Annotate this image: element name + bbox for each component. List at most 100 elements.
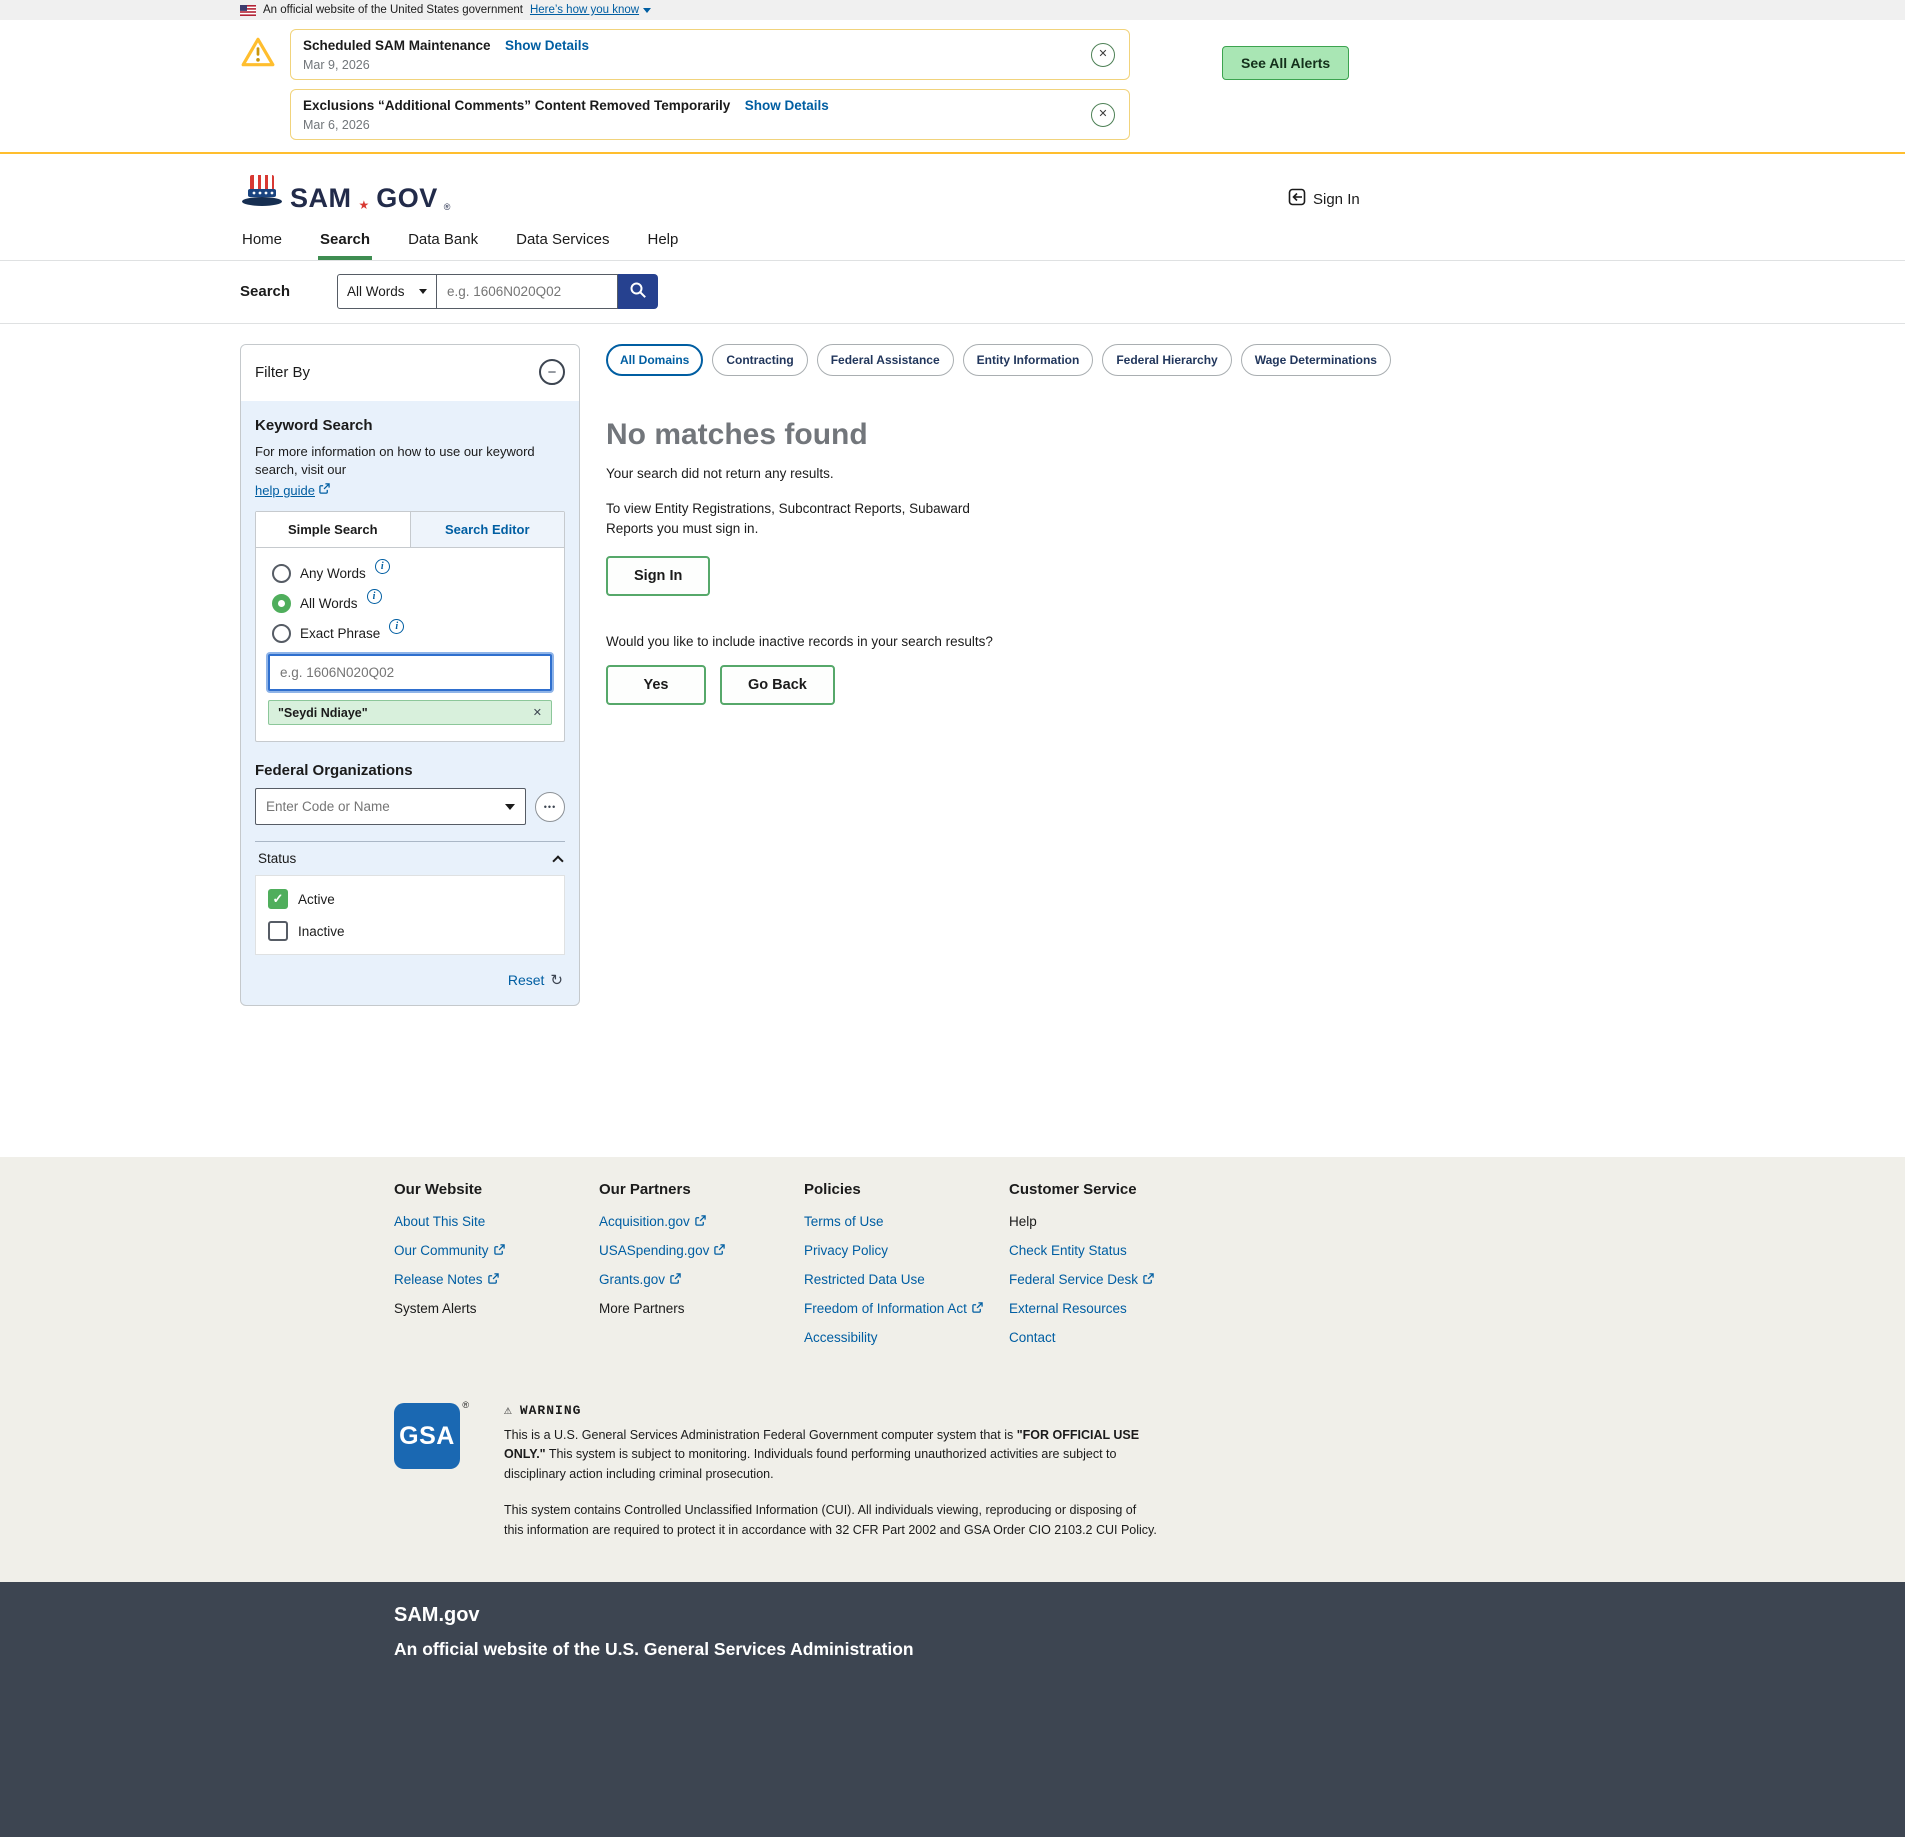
- keyword-input[interactable]: [268, 654, 552, 691]
- yes-button[interactable]: Yes: [606, 665, 706, 705]
- footer-link-accessibility[interactable]: Accessibility: [804, 1330, 1009, 1345]
- keyword-chip: "Seydi Ndiaye" ✕: [268, 700, 552, 725]
- main-nav: Home Search Data Bank Data Services Help: [0, 227, 1905, 261]
- status-accordion-header[interactable]: Status: [255, 841, 565, 875]
- alert-maintenance: Scheduled SAM Maintenance Show Details M…: [290, 29, 1130, 80]
- keyword-chip-label: "Seydi Ndiaye": [278, 706, 368, 720]
- info-icon[interactable]: i: [389, 619, 404, 634]
- footer-link-privacy-policy[interactable]: Privacy Policy: [804, 1243, 1009, 1258]
- nav-item-data-services[interactable]: Data Services: [514, 227, 611, 260]
- footer-link-acquisition-gov[interactable]: Acquisition.gov: [599, 1214, 804, 1229]
- magnifier-icon: [629, 281, 647, 302]
- checkbox-active[interactable]: ✓ Active: [268, 889, 552, 909]
- nav-item-data-bank[interactable]: Data Bank: [406, 227, 480, 260]
- external-link-icon: [494, 1243, 505, 1258]
- warning-block: ⚠ WARNING This is a U.S. General Service…: [504, 1403, 1159, 1540]
- pill-entity-information[interactable]: Entity Information: [963, 344, 1094, 376]
- radio-label: Exact Phrase: [300, 626, 380, 641]
- pill-all-domains[interactable]: All Domains: [606, 344, 703, 376]
- alert-title: Exclusions “Additional Comments” Content…: [303, 98, 730, 113]
- footer-link-help[interactable]: Help: [1009, 1214, 1214, 1229]
- footer-link-terms-of-use[interactable]: Terms of Use: [804, 1214, 1009, 1229]
- pill-federal-assistance[interactable]: Federal Assistance: [817, 344, 954, 376]
- keyword-search-heading: Keyword Search: [255, 417, 565, 434]
- footer-link-our-community[interactable]: Our Community: [394, 1243, 599, 1258]
- radio-label: All Words: [300, 596, 358, 611]
- radio-label: Any Words: [300, 566, 366, 581]
- go-back-button[interactable]: Go Back: [720, 665, 835, 705]
- external-link-icon: [670, 1272, 681, 1287]
- results-sign-in-button[interactable]: Sign In: [606, 556, 710, 596]
- subfooter-title: SAM.gov: [394, 1604, 1905, 1627]
- tab-simple-search[interactable]: Simple Search: [256, 512, 411, 547]
- cui-text: This system contains Controlled Unclassi…: [504, 1501, 1159, 1540]
- footer-link-check-entity-status[interactable]: Check Entity Status: [1009, 1243, 1214, 1258]
- dark-subfooter: SAM.gov An official website of the U.S. …: [0, 1582, 1905, 1837]
- info-icon[interactable]: i: [367, 589, 382, 604]
- pill-federal-hierarchy[interactable]: Federal Hierarchy: [1102, 344, 1231, 376]
- reset-filters-link[interactable]: Reset: [508, 972, 545, 988]
- main-content: Filter By − Keyword Search For more info…: [0, 324, 1905, 1157]
- logo-star-icon: ★: [358, 199, 371, 212]
- pill-contracting[interactable]: Contracting: [712, 344, 807, 376]
- alert-title: Scheduled SAM Maintenance: [303, 38, 491, 53]
- nav-item-home[interactable]: Home: [240, 227, 284, 260]
- footer-link-system-alerts[interactable]: System Alerts: [394, 1301, 599, 1316]
- alert-date: Mar 9, 2026: [303, 58, 1073, 72]
- checkbox-label: Inactive: [298, 924, 345, 939]
- radio-checked-icon: [272, 594, 291, 613]
- collapse-filters-button[interactable]: −: [539, 359, 565, 385]
- footer-link-contact[interactable]: Contact: [1009, 1330, 1214, 1345]
- checkbox-inactive[interactable]: Inactive: [268, 921, 552, 941]
- inactive-records-question: Would you like to include inactive recor…: [606, 634, 1396, 649]
- see-all-alerts-button[interactable]: See All Alerts: [1222, 46, 1349, 80]
- radio-all-words[interactable]: All Words i: [272, 594, 548, 613]
- top-search-input[interactable]: [437, 274, 618, 309]
- footer-link-usaspending-gov[interactable]: USASpending.gov: [599, 1243, 804, 1258]
- search-mode-select[interactable]: All Words: [337, 274, 437, 309]
- federal-org-select[interactable]: Enter Code or Name: [255, 788, 526, 825]
- official-website-text: An official website of the United States…: [263, 4, 523, 16]
- pill-wage-determinations[interactable]: Wage Determinations: [1241, 344, 1391, 376]
- tab-search-editor[interactable]: Search Editor: [411, 512, 565, 547]
- alert-row: Exclusions “Additional Comments” Content…: [240, 89, 1130, 140]
- alert-exclusions: Exclusions “Additional Comments” Content…: [290, 89, 1130, 140]
- footer-link-more-partners[interactable]: More Partners: [599, 1301, 804, 1316]
- footer-link-external-resources[interactable]: External Resources: [1009, 1301, 1214, 1316]
- checkbox-icon: [268, 921, 288, 941]
- help-guide-link[interactable]: help guide: [255, 483, 315, 498]
- footer-link-grants-gov[interactable]: Grants.gov: [599, 1272, 804, 1287]
- close-icon[interactable]: ✕: [1091, 43, 1115, 67]
- radio-icon: [272, 624, 291, 643]
- footer-link-restricted-data-use[interactable]: Restricted Data Use: [804, 1272, 1009, 1287]
- radio-any-words[interactable]: Any Words i: [272, 564, 548, 583]
- external-link-icon: [319, 481, 330, 499]
- search-strip: Search All Words: [0, 261, 1905, 324]
- footer-link-federal-service-desk[interactable]: Federal Service Desk: [1009, 1272, 1214, 1287]
- sign-in-label: Sign In: [1313, 191, 1360, 208]
- show-details-link[interactable]: Show Details: [745, 98, 829, 113]
- search-mode-value: All Words: [347, 284, 405, 299]
- site-footer: Our Website About This Site Our Communit…: [0, 1157, 1905, 1582]
- close-icon[interactable]: ✕: [1091, 103, 1115, 127]
- chevron-up-icon: [552, 855, 563, 866]
- external-link-icon: [695, 1214, 706, 1229]
- chip-remove-icon[interactable]: ✕: [533, 706, 542, 719]
- status-heading: Status: [258, 851, 296, 866]
- search-button[interactable]: [618, 274, 658, 309]
- nav-item-search[interactable]: Search: [318, 227, 372, 260]
- alert-date: Mar 6, 2026: [303, 118, 1073, 132]
- nav-item-help[interactable]: Help: [645, 227, 680, 260]
- footer-link-about-this-site[interactable]: About This Site: [394, 1214, 599, 1229]
- footer-heading: Policies: [804, 1181, 1009, 1198]
- samgov-logo[interactable]: SAM★GOV®: [240, 173, 450, 212]
- radio-exact-phrase[interactable]: Exact Phrase i: [272, 624, 548, 643]
- sign-in-link[interactable]: Sign In: [1288, 188, 1360, 210]
- footer-link-release-notes[interactable]: Release Notes: [394, 1272, 599, 1287]
- footer-link-foia[interactable]: Freedom of Information Act: [804, 1301, 1009, 1316]
- org-more-options-icon[interactable]: •••: [535, 792, 565, 822]
- heres-how-you-know-link[interactable]: Here’s how you know: [530, 4, 651, 16]
- show-details-link[interactable]: Show Details: [505, 38, 589, 53]
- info-icon[interactable]: i: [375, 559, 390, 574]
- chevron-down-icon: [643, 8, 651, 13]
